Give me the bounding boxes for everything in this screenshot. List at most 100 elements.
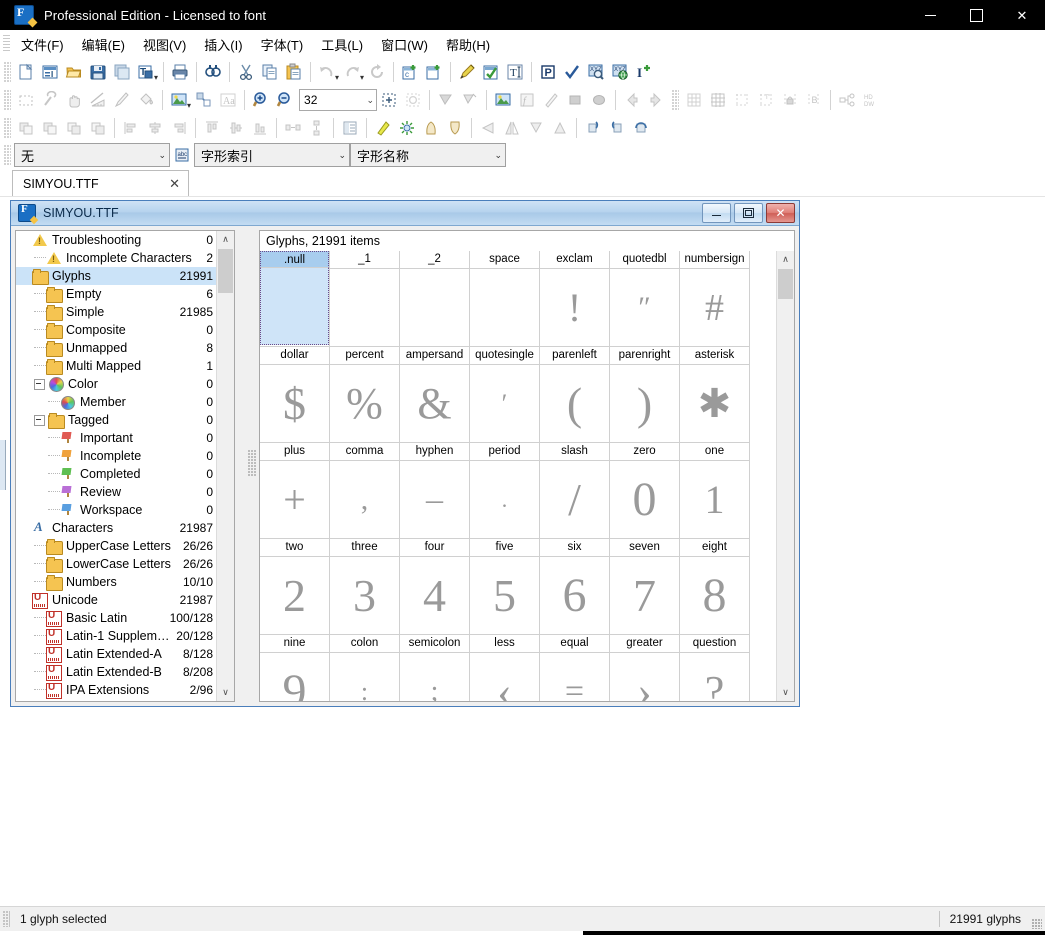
glyph-scrollbar[interactable]: ∧ ∨ bbox=[776, 251, 794, 701]
new-from-template-icon[interactable]: I bbox=[38, 60, 62, 84]
eraser-icon[interactable] bbox=[371, 116, 395, 140]
mdi-close-button[interactable]: ✕ bbox=[766, 203, 795, 223]
toolbar-grip[interactable] bbox=[4, 62, 11, 82]
tree-item-composite[interactable]: Composite 0 bbox=[16, 321, 217, 339]
arrange-backward-icon[interactable] bbox=[62, 116, 86, 140]
mdi-restore-button[interactable] bbox=[734, 203, 763, 223]
arrange-forward-icon[interactable] bbox=[38, 116, 62, 140]
tree-item-tagged[interactable]: Tagged 0 bbox=[16, 411, 217, 429]
glyph-cell[interactable]: asterisk ✱ bbox=[680, 347, 750, 443]
slant-icon[interactable] bbox=[192, 88, 216, 112]
glyph-cell[interactable]: slash / bbox=[540, 443, 610, 539]
glyph-cell[interactable]: equal = bbox=[540, 635, 610, 701]
menu-insert[interactable]: 插入(I) bbox=[195, 32, 251, 57]
print-icon[interactable] bbox=[168, 60, 192, 84]
resize-grip[interactable] bbox=[1032, 919, 1042, 929]
lock-guides-icon[interactable] bbox=[778, 88, 802, 112]
glyph-cell[interactable]: five 5 bbox=[470, 539, 540, 635]
cut-icon[interactable] bbox=[234, 60, 258, 84]
new-glyph-icon[interactable]: c bbox=[398, 60, 422, 84]
glyph-cell[interactable]: zero 0 bbox=[610, 443, 680, 539]
prev-glyph-icon[interactable] bbox=[620, 88, 644, 112]
new-blank-glyph-icon[interactable] bbox=[422, 60, 446, 84]
tree-item-incomplete-characters[interactable]: Incomplete Characters 2 bbox=[16, 249, 217, 267]
effects-icon[interactable]: f bbox=[515, 88, 539, 112]
zoom-in-icon[interactable] bbox=[249, 88, 273, 112]
glyph-name-combobox[interactable]: 字形名称 ⌄ bbox=[350, 143, 506, 167]
save-icon[interactable] bbox=[86, 60, 110, 84]
chevron-down-icon[interactable]: ⌄ bbox=[158, 150, 166, 161]
line-icon[interactable] bbox=[539, 88, 563, 112]
abc-box-icon[interactable]: abc bbox=[170, 143, 194, 167]
edit-pencil-icon[interactable] bbox=[455, 60, 479, 84]
zoom-combobox[interactable]: 32 ⌄ bbox=[299, 89, 378, 111]
panel-p-icon[interactable]: P bbox=[536, 60, 560, 84]
glyph-cell[interactable]: parenleft ( bbox=[540, 347, 610, 443]
zoom-out-icon[interactable] bbox=[273, 88, 297, 112]
toolbar-grip[interactable] bbox=[4, 145, 11, 165]
menu-view[interactable]: 视图(V) bbox=[134, 32, 195, 57]
metrics-icon[interactable]: T bbox=[503, 60, 527, 84]
glyph-cell[interactable]: question? bbox=[680, 635, 750, 701]
menu-edit[interactable]: 编辑(E) bbox=[73, 32, 134, 57]
flip-vertical-icon[interactable] bbox=[524, 116, 548, 140]
tree-item-completed[interactable]: Completed 0 bbox=[16, 465, 217, 483]
menu-grip[interactable] bbox=[3, 35, 10, 53]
tree-item-glyphs[interactable]: Glyphs 21991 bbox=[16, 267, 217, 285]
tree-item-color[interactable]: Color 0 bbox=[16, 375, 217, 393]
menu-file[interactable]: 文件(F) bbox=[12, 32, 73, 57]
save-as-font-icon[interactable]: T bbox=[134, 60, 158, 84]
align-center-icon[interactable] bbox=[143, 116, 167, 140]
align-middle-icon[interactable] bbox=[224, 116, 248, 140]
glyph-cell[interactable]: space bbox=[470, 251, 540, 347]
glyph-scroll-down-icon[interactable]: ∨ bbox=[777, 684, 794, 701]
glyph-index-combobox[interactable]: 字形索引 ⌄ bbox=[194, 143, 350, 167]
checkmark-icon[interactable] bbox=[560, 60, 584, 84]
distribute-vertical-icon[interactable] bbox=[305, 116, 329, 140]
toolbar-grip-2[interactable] bbox=[672, 90, 680, 110]
web-preview-icon[interactable]: XYZ bbox=[608, 60, 632, 84]
glyph-cell[interactable]: seven 7 bbox=[610, 539, 680, 635]
glyph-cell[interactable]: eight 8 bbox=[680, 539, 750, 635]
distribute-horizontal-icon[interactable] bbox=[281, 116, 305, 140]
redo-icon[interactable] bbox=[340, 60, 364, 84]
glyph-cell[interactable]: six 6 bbox=[540, 539, 610, 635]
tree-collapse-icon[interactable] bbox=[34, 378, 45, 390]
chevron-down-icon[interactable]: ⌄ bbox=[366, 95, 374, 106]
tree-item-lowercase-letters[interactable]: LowerCase Letters 26/26 bbox=[16, 555, 217, 573]
bitmap-b-icon[interactable]: B bbox=[802, 88, 826, 112]
next-glyph-icon[interactable] bbox=[644, 88, 668, 112]
glyph-cell[interactable]: plus + bbox=[260, 443, 330, 539]
grid-snap-icon[interactable] bbox=[706, 88, 730, 112]
tree-scroll-down-icon[interactable]: ∨ bbox=[217, 684, 234, 701]
tree-item-review[interactable]: Review 0 bbox=[16, 483, 217, 501]
rotate-cw-icon[interactable] bbox=[581, 116, 605, 140]
glyph-scroll-up-icon[interactable]: ∧ bbox=[777, 251, 794, 268]
glyph-cell[interactable]: less ‹ bbox=[470, 635, 540, 701]
tree-item-ipa-extensions[interactable]: IPA Extensions 2/96 bbox=[16, 681, 217, 699]
explode-icon[interactable] bbox=[395, 116, 419, 140]
tree-item-latin-1-supplem[interactable]: Latin-1 Supplem… 20/128 bbox=[16, 627, 217, 645]
close-button[interactable]: ✕ bbox=[999, 0, 1045, 30]
arrange-back-icon[interactable] bbox=[86, 116, 110, 140]
align-left-icon[interactable] bbox=[119, 116, 143, 140]
glyph-cell[interactable]: .null bbox=[260, 251, 330, 347]
menu-help[interactable]: 帮助(H) bbox=[437, 32, 499, 57]
glyph-cell[interactable]: exclam! bbox=[540, 251, 610, 347]
rotate-ccw-icon[interactable] bbox=[605, 116, 629, 140]
tree-item-important[interactable]: Important 0 bbox=[16, 429, 217, 447]
align-right-icon[interactable] bbox=[167, 116, 191, 140]
tree-item-member[interactable]: Member 0 bbox=[16, 393, 217, 411]
tree-item-latin-extended-b[interactable]: Latin Extended-B 8/208 bbox=[16, 663, 217, 681]
hand-pan-icon[interactable] bbox=[62, 88, 86, 112]
tree-item-latin-extended-a[interactable]: Latin Extended-A 8/128 bbox=[16, 645, 217, 663]
glyph-scroll-thumb[interactable] bbox=[778, 269, 793, 299]
glyph-cell[interactable]: _1 bbox=[330, 251, 400, 347]
glyph-cell[interactable]: quotesingle ′ bbox=[470, 347, 540, 443]
tab-close-icon[interactable]: ✕ bbox=[169, 176, 180, 192]
inflate-icon[interactable] bbox=[419, 116, 443, 140]
maximize-button[interactable] bbox=[953, 0, 999, 30]
glyph-cell[interactable]: colon: bbox=[330, 635, 400, 701]
menu-window[interactable]: 窗口(W) bbox=[372, 32, 437, 57]
rotate-icon[interactable] bbox=[548, 116, 572, 140]
